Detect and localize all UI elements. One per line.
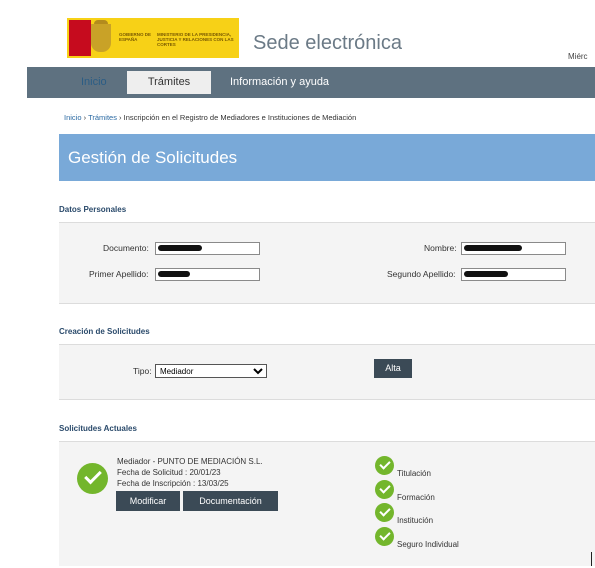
primer-apellido-label: Primer Apellido: xyxy=(89,269,149,279)
section-title-creacion: Creación de Solicitudes xyxy=(59,327,150,336)
date-text: Miérc xyxy=(568,52,588,61)
nav-inicio[interactable]: Inicio xyxy=(81,67,107,98)
breadcrumb-separator: › xyxy=(119,113,122,122)
redacted-mark xyxy=(464,245,522,251)
condition-titulacion: Titulación xyxy=(397,469,431,478)
primer-apellido-field[interactable] xyxy=(155,268,260,281)
nav-informacion-ayuda[interactable]: Información y ayuda xyxy=(230,67,329,98)
breadcrumb-current: Inscripción en el Registro de Mediadores… xyxy=(123,113,357,122)
documento-label: Documento: xyxy=(103,243,149,253)
alta-button[interactable]: Alta xyxy=(374,359,412,378)
main-nav: Inicio Trámites Información y ayuda xyxy=(27,67,595,98)
nombre-field[interactable] xyxy=(461,242,566,255)
breadcrumb-tramites[interactable]: Trámites xyxy=(88,113,117,122)
modificar-button[interactable]: Modificar xyxy=(116,491,180,511)
logo-text-gobierno: GOBIERNO DE ESPAÑA xyxy=(119,32,152,42)
condition-seguro-individual: Seguro Individual xyxy=(397,540,459,549)
solicitud-tipo-nombre: Mediador - PUNTO DE MEDIACIÓN S.L. xyxy=(117,457,263,466)
check-titulacion-icon xyxy=(375,456,394,475)
breadcrumb: Inicio › Trámites › Inscripción en el Re… xyxy=(64,113,356,122)
redacted-mark xyxy=(158,245,202,251)
solicitud-info: Mediador - PUNTO DE MEDIACIÓN S.L. Fecha… xyxy=(117,456,263,489)
fecha-inscripcion: Fecha de Inscripción : 13/03/25 xyxy=(117,479,229,488)
nombre-label: Nombre: xyxy=(424,243,457,253)
check-formacion-icon xyxy=(375,480,394,499)
tipo-label: Tipo: xyxy=(133,366,152,376)
breadcrumb-separator: › xyxy=(83,113,87,122)
logo-text-ministerio: MINISTERIO DE LA PRESIDENCIA, JUSTICIA Y… xyxy=(157,32,234,47)
section-title-personal: Datos Personales xyxy=(59,205,127,214)
check-circle-icon xyxy=(77,463,108,494)
site-title[interactable]: Sede electrónica xyxy=(253,32,402,55)
documento-field[interactable] xyxy=(155,242,260,255)
segundo-apellido-field[interactable] xyxy=(461,268,566,281)
section-title-actuales: Solicitudes Actuales xyxy=(59,424,137,433)
coat-of-arms-icon xyxy=(91,24,111,52)
tipo-select[interactable]: Mediador xyxy=(155,364,267,378)
fecha-solicitud: Fecha de Solicitud : 20/01/23 xyxy=(117,468,221,477)
personal-panel xyxy=(59,222,595,304)
condition-institucion: Institución xyxy=(397,516,434,525)
check-institucion-icon xyxy=(375,503,394,522)
flag-stripe xyxy=(69,20,91,56)
documentacion-button[interactable]: Documentación xyxy=(183,491,278,511)
redacted-mark xyxy=(464,271,508,277)
nav-tramites[interactable]: Trámites xyxy=(127,71,211,94)
redacted-mark xyxy=(158,271,190,277)
gobierno-logo[interactable]: GOBIERNO DE ESPAÑA MINISTERIO DE LA PRES… xyxy=(67,18,239,58)
page-title-band: Gestión de Solicitudes xyxy=(59,134,595,181)
segundo-apellido-label: Segundo Apellido: xyxy=(387,269,456,279)
condition-formacion: Formación xyxy=(397,493,435,502)
page-title: Gestión de Solicitudes xyxy=(68,148,238,167)
text-cursor xyxy=(591,552,592,566)
check-seguro-icon xyxy=(375,527,394,546)
breadcrumb-inicio[interactable]: Inicio xyxy=(64,113,82,122)
